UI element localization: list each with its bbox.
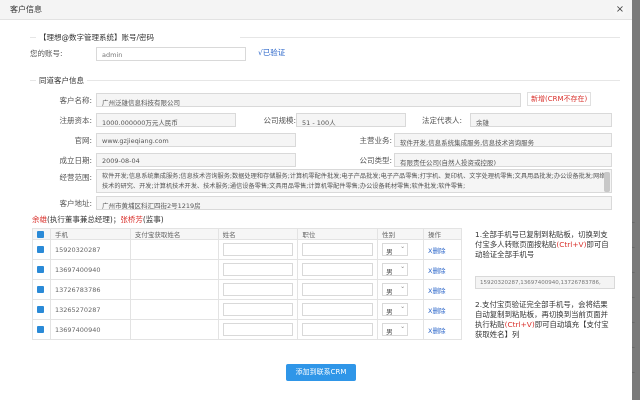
- position-input[interactable]: [302, 323, 374, 336]
- table-row: 13265270287 男 X删除: [32, 299, 462, 320]
- alipay-name-cell: [129, 319, 219, 340]
- capital-field[interactable]: 1000.000000万元人民币: [96, 113, 236, 127]
- copied-phones-field[interactable]: 15920320287,13697400940,13726783786,: [475, 276, 615, 289]
- position-input[interactable]: [302, 243, 374, 256]
- founded-label: 成立日期:: [59, 156, 92, 165]
- gender-select[interactable]: 男: [382, 303, 409, 316]
- divider: [240, 37, 620, 38]
- business-label: 主营业务:: [359, 136, 392, 145]
- alipay-name-cell: [129, 279, 219, 300]
- new-customer-button[interactable]: 新增(CRM不存在): [527, 92, 592, 106]
- tip-step2: 2.支付宝页验证完全部手机号，会将结果自动复制到粘贴板，再切换到当前页面并执行粘…: [475, 300, 615, 340]
- lead-name: 余雄: [32, 215, 47, 224]
- delete-link[interactable]: X删除: [423, 259, 462, 280]
- company-type-field[interactable]: 有限责任公司(自然人投资或控股): [394, 153, 612, 167]
- header-position: 职位: [297, 228, 379, 240]
- row-checkbox[interactable]: [37, 246, 44, 253]
- scale-label: 公司规模:: [263, 116, 296, 125]
- row-checkbox[interactable]: [37, 306, 44, 313]
- name-input[interactable]: [222, 323, 294, 336]
- verified-status: √已验证: [258, 48, 286, 57]
- contacts-lead: 余雄(执行董事兼总经理)；张桥芳(监事): [32, 214, 164, 225]
- website-label: 官网:: [74, 136, 92, 145]
- phone-cell: 13697400940: [49, 259, 131, 280]
- delete-link[interactable]: X删除: [423, 279, 462, 300]
- delete-link[interactable]: X删除: [423, 299, 462, 320]
- scope-text: 软件开发;信息系统集成服务;信息技术咨询服务;数据处理和存储服务;计算机零配件批…: [102, 173, 606, 190]
- company-type-label: 公司类型:: [359, 156, 392, 165]
- header-action: 操作: [423, 228, 462, 240]
- position-input[interactable]: [302, 303, 374, 316]
- customer-legend: 同道客户信息: [36, 75, 87, 86]
- tip-step1: 1.全部手机号已复制到粘贴板，切换到支付宝多人转账页面按粘贴(Ctrl+V)即可…: [475, 230, 615, 260]
- gender-select[interactable]: 男: [382, 263, 409, 276]
- row-checkbox[interactable]: [37, 266, 44, 273]
- alipay-name-cell: [129, 299, 219, 320]
- table-row: 13697400940 男 X删除: [32, 319, 462, 340]
- dialog-titlebar: 客户信息: [0, 0, 632, 20]
- scale-field[interactable]: 51 - 100人: [296, 113, 406, 127]
- address-field[interactable]: 广州市黄埔区科汇四街2号1219房: [96, 196, 612, 210]
- scope-field[interactable]: 软件开发;信息系统集成服务;信息技术咨询服务;数据处理和存储服务;计算机零配件批…: [96, 169, 612, 193]
- phone-cell: 13265270287: [49, 299, 131, 320]
- row-checkbox[interactable]: [37, 326, 44, 333]
- phone-cell: 15920320287: [49, 239, 131, 260]
- founded-field[interactable]: 2009-08-04: [96, 153, 296, 167]
- name-input[interactable]: [222, 263, 294, 276]
- lead-role: (执行董事兼总经理): [47, 215, 113, 224]
- phone-cell: 13697400940: [49, 319, 131, 340]
- table-header-row: 手机 支付宝获取姓名 姓名 职位 性别 操作: [32, 228, 462, 240]
- select-all-checkbox[interactable]: [37, 230, 44, 238]
- divider: [30, 80, 620, 81]
- phone-cell: 13726783786: [49, 279, 131, 300]
- table-row: 13726783786 男 X删除: [32, 279, 462, 300]
- account-legend: 【理想@数字管理系统】账号/密码: [36, 32, 158, 43]
- row-checkbox[interactable]: [37, 286, 44, 293]
- table-row: 15920320287 男 X删除: [32, 239, 462, 260]
- website-field[interactable]: www.gzjieqiang.com: [96, 133, 296, 147]
- account-field[interactable]: admin: [96, 47, 246, 61]
- tip-step1-key: (Ctrl+V): [556, 240, 587, 249]
- tip-step2-key: (Ctrl+V): [504, 320, 535, 329]
- add-to-crm-button[interactable]: 添加到联系CRM: [286, 364, 356, 381]
- customer-name-field[interactable]: 广州泛雄信息科技有限公司: [96, 93, 521, 107]
- position-input[interactable]: [302, 263, 374, 276]
- delete-link[interactable]: X删除: [423, 239, 462, 260]
- scope-label: 经营范围:: [59, 173, 92, 182]
- dialog-title: 客户信息: [10, 5, 42, 14]
- gender-select[interactable]: 男: [382, 323, 409, 336]
- header-alipay: 支付宝获取姓名: [129, 228, 219, 240]
- gender-select[interactable]: 男: [382, 243, 409, 256]
- second-name: 张桥芳: [120, 215, 143, 224]
- position-input[interactable]: [302, 283, 374, 296]
- name-input[interactable]: [222, 243, 294, 256]
- capital-label: 注册资本:: [59, 116, 92, 125]
- header-gender: 性别: [377, 228, 425, 240]
- second-role: (监事): [142, 215, 164, 224]
- table-row: 13697400940 男 X删除: [32, 259, 462, 280]
- legal-rep-field[interactable]: 余雄: [470, 113, 612, 127]
- contacts-table: 手机 支付宝获取姓名 姓名 职位 性别 操作 15920320287 男 X删除…: [32, 228, 462, 340]
- customer-info-dialog: 客户信息 × 【理想@数字管理系统】账号/密码 您的账号: admin √已验证…: [0, 0, 632, 400]
- header-name: 姓名: [217, 228, 299, 240]
- name-input[interactable]: [222, 303, 294, 316]
- account-label: 您的账号:: [30, 49, 63, 58]
- customer-name-label: 客户名称:: [59, 96, 92, 105]
- header-phone: 手机: [49, 228, 131, 240]
- address-label: 客户地址:: [59, 199, 92, 208]
- delete-link[interactable]: X删除: [423, 319, 462, 340]
- scrollbar[interactable]: [604, 172, 610, 192]
- legal-rep-label: 法定代表人:: [421, 116, 462, 125]
- name-input[interactable]: [222, 283, 294, 296]
- alipay-name-cell: [129, 259, 219, 280]
- gender-select[interactable]: 男: [382, 283, 409, 296]
- business-field[interactable]: 软件开发,信息系统集成服务,信息技术咨询服务: [394, 133, 612, 147]
- alipay-name-cell: [129, 239, 219, 260]
- close-icon[interactable]: ×: [614, 4, 626, 16]
